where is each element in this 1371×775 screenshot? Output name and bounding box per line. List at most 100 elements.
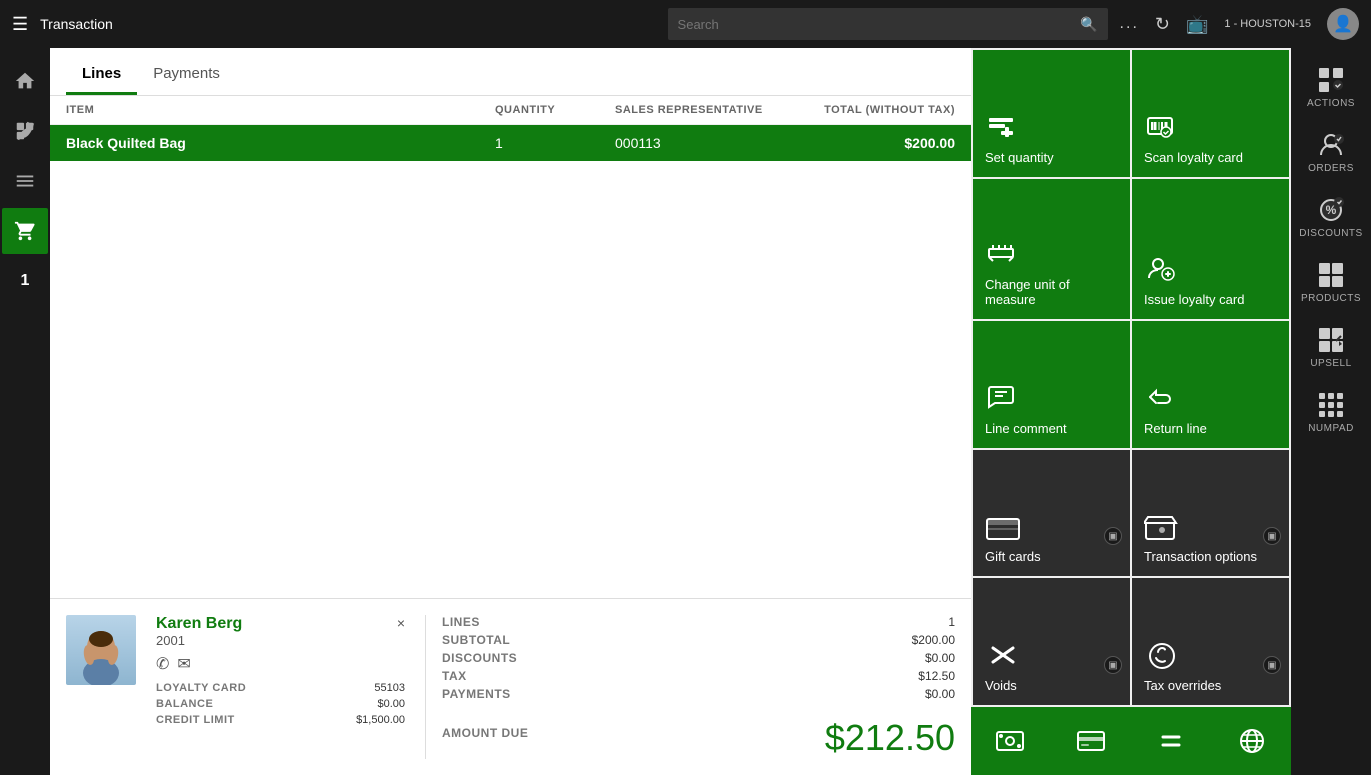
transaction-options-icon: ▣ — [1144, 511, 1277, 541]
search-bar[interactable]: 🔍 — [668, 8, 1108, 40]
loyalty-card-row: LOYALTY CARD 55103 — [156, 682, 405, 694]
orders-label: ORDERS — [1308, 163, 1354, 174]
card-button[interactable] — [1052, 707, 1131, 775]
phone-icon[interactable]: ✆ — [156, 654, 169, 674]
loyalty-card-label: LOYALTY CARD — [156, 682, 246, 694]
payments-label: PAYMENTS — [442, 687, 689, 701]
voids-tile[interactable]: ▣ Voids — [973, 578, 1130, 705]
refresh-icon[interactable]: ↻ — [1155, 14, 1170, 35]
change-unit-icon — [985, 237, 1118, 269]
row-total: $200.00 — [795, 135, 955, 151]
col-sales-rep: SALES REPRESENTATIVE — [615, 104, 795, 116]
line-comment-icon — [985, 381, 1118, 413]
line-comment-label: Line comment — [985, 421, 1118, 436]
balance-label: BALANCE — [156, 698, 213, 710]
tab-lines[interactable]: Lines — [66, 55, 137, 95]
sidebar-item-menu[interactable] — [2, 158, 48, 204]
sidebar-item-products[interactable] — [2, 108, 48, 154]
col-total: TOTAL (WITHOUT TAX) — [795, 104, 955, 116]
customer-info: Karen Berg 2001 ✆ ✉ × LOYALTY CARD 55103 — [156, 615, 405, 726]
row-sales-rep: 000113 — [615, 135, 795, 151]
tab-payments[interactable]: Payments — [137, 55, 236, 95]
numpad-icon — [1317, 391, 1345, 419]
svg-text:%: % — [1326, 203, 1337, 217]
change-unit-of-measure-tile[interactable]: Change unit of measure — [973, 179, 1130, 320]
discounts-label: DISCOUNTS — [442, 651, 689, 665]
discounts-value: $0.00 — [709, 651, 956, 665]
right-panel: Set quantity Scan loyalty — [971, 48, 1291, 775]
transaction-options-tile[interactable]: ▣ Transaction options — [1132, 450, 1289, 577]
tax-overrides-icon: ▣ — [1144, 640, 1277, 670]
app-title: Transaction — [40, 16, 655, 32]
scan-loyalty-card-label: Scan loyalty card — [1144, 150, 1277, 165]
bottom-action-bar — [971, 707, 1291, 775]
user-avatar[interactable]: 👤 — [1327, 8, 1359, 40]
far-right-sidebar: ACTIONS ORDERS % — [1291, 48, 1371, 775]
numpad-label: NUMPAD — [1308, 423, 1354, 434]
credit-limit-value: $1,500.00 — [356, 714, 405, 726]
tax-label: TAX — [442, 669, 689, 683]
payments-value: $0.00 — [709, 687, 956, 701]
amount-due-label: AMOUNT DUE — [442, 726, 528, 740]
transaction-options-label: Transaction options — [1144, 549, 1277, 564]
table-row[interactable]: Black Quilted Bag 1 000113 $200.00 — [50, 125, 971, 161]
cash-button[interactable] — [971, 707, 1050, 775]
scan-loyalty-card-tile[interactable]: Scan loyalty card — [1132, 50, 1289, 177]
sidebar-item-orders[interactable]: ORDERS — [1293, 121, 1369, 184]
row-quantity: 1 — [495, 135, 615, 151]
customer-panel: Karen Berg 2001 ✆ ✉ × LOYALTY CARD 55103 — [50, 598, 971, 775]
customer-avatar — [66, 615, 136, 685]
customer-id: 2001 — [156, 633, 242, 648]
sidebar-item-discounts[interactable]: % DISCOUNTS — [1293, 186, 1369, 249]
search-icon: 🔍 — [1080, 16, 1097, 33]
upsell-icon — [1317, 326, 1345, 354]
action-grid: Set quantity Scan loyalty — [971, 48, 1291, 707]
email-icon[interactable]: ✉ — [177, 654, 190, 674]
subtotal-label: SUBTOTAL — [442, 633, 689, 647]
monitor-icon[interactable]: 📺 — [1186, 14, 1208, 35]
web-button[interactable] — [1213, 707, 1292, 775]
sidebar-item-upsell[interactable]: UPSELL — [1293, 316, 1369, 379]
set-quantity-label: Set quantity — [985, 150, 1118, 165]
store-info: 1 - HOUSTON-15 — [1224, 18, 1311, 30]
gift-cards-tile[interactable]: ▣ Gift cards — [973, 450, 1130, 577]
balance-row: BALANCE $0.00 — [156, 698, 405, 710]
sidebar-item-cart[interactable] — [2, 208, 48, 254]
sidebar-item-home[interactable] — [2, 58, 48, 104]
equal-button[interactable] — [1132, 707, 1211, 775]
sidebar-item-count[interactable]: 1 — [2, 258, 48, 304]
sidebar-item-numpad[interactable]: NUMPAD — [1293, 381, 1369, 444]
left-sidebar: 1 — [0, 48, 50, 775]
customer-name: Karen Berg — [156, 615, 242, 633]
products-icon — [1317, 261, 1345, 289]
discounts-icon: % — [1317, 196, 1345, 224]
close-customer-button[interactable]: × — [397, 615, 405, 631]
customer-contacts: ✆ ✉ — [156, 654, 242, 674]
summary-grid: LINES 1 SUBTOTAL $200.00 DISCOUNTS $0.00… — [442, 615, 955, 701]
issue-loyalty-card-tile[interactable]: Issue loyalty card — [1132, 179, 1289, 320]
tax-overrides-tile[interactable]: ▣ Tax overrides — [1132, 578, 1289, 705]
tab-bar: Lines Payments — [50, 48, 971, 96]
issue-loyalty-card-label: Issue loyalty card — [1144, 292, 1277, 307]
balance-value: $0.00 — [377, 698, 405, 710]
tax-overrides-label: Tax overrides — [1144, 678, 1277, 693]
more-button[interactable]: ... — [1120, 15, 1139, 33]
sidebar-item-products[interactable]: PRODUCTS — [1293, 251, 1369, 314]
col-item: ITEM — [66, 104, 495, 116]
line-comment-tile[interactable]: Line comment — [973, 321, 1130, 448]
set-quantity-tile[interactable]: Set quantity — [973, 50, 1130, 177]
actions-icon — [1317, 66, 1345, 94]
menu-icon[interactable]: ☰ — [12, 14, 28, 35]
subtotal-value: $200.00 — [709, 633, 956, 647]
gift-cards-icon: ▣ — [985, 511, 1118, 541]
loyalty-card-value: 55103 — [374, 682, 405, 694]
topbar-actions: ... ↻ 📺 1 - HOUSTON-15 👤 — [1120, 8, 1359, 40]
credit-limit-row: CREDIT LIMIT $1,500.00 — [156, 714, 405, 726]
amount-due-value: $212.50 — [825, 717, 955, 759]
return-line-icon — [1144, 381, 1277, 413]
sidebar-item-actions[interactable]: ACTIONS — [1293, 56, 1369, 119]
row-item-name: Black Quilted Bag — [66, 135, 495, 151]
search-input[interactable] — [678, 17, 1081, 32]
products-label: PRODUCTS — [1301, 293, 1361, 304]
return-line-tile[interactable]: Return line — [1132, 321, 1289, 448]
